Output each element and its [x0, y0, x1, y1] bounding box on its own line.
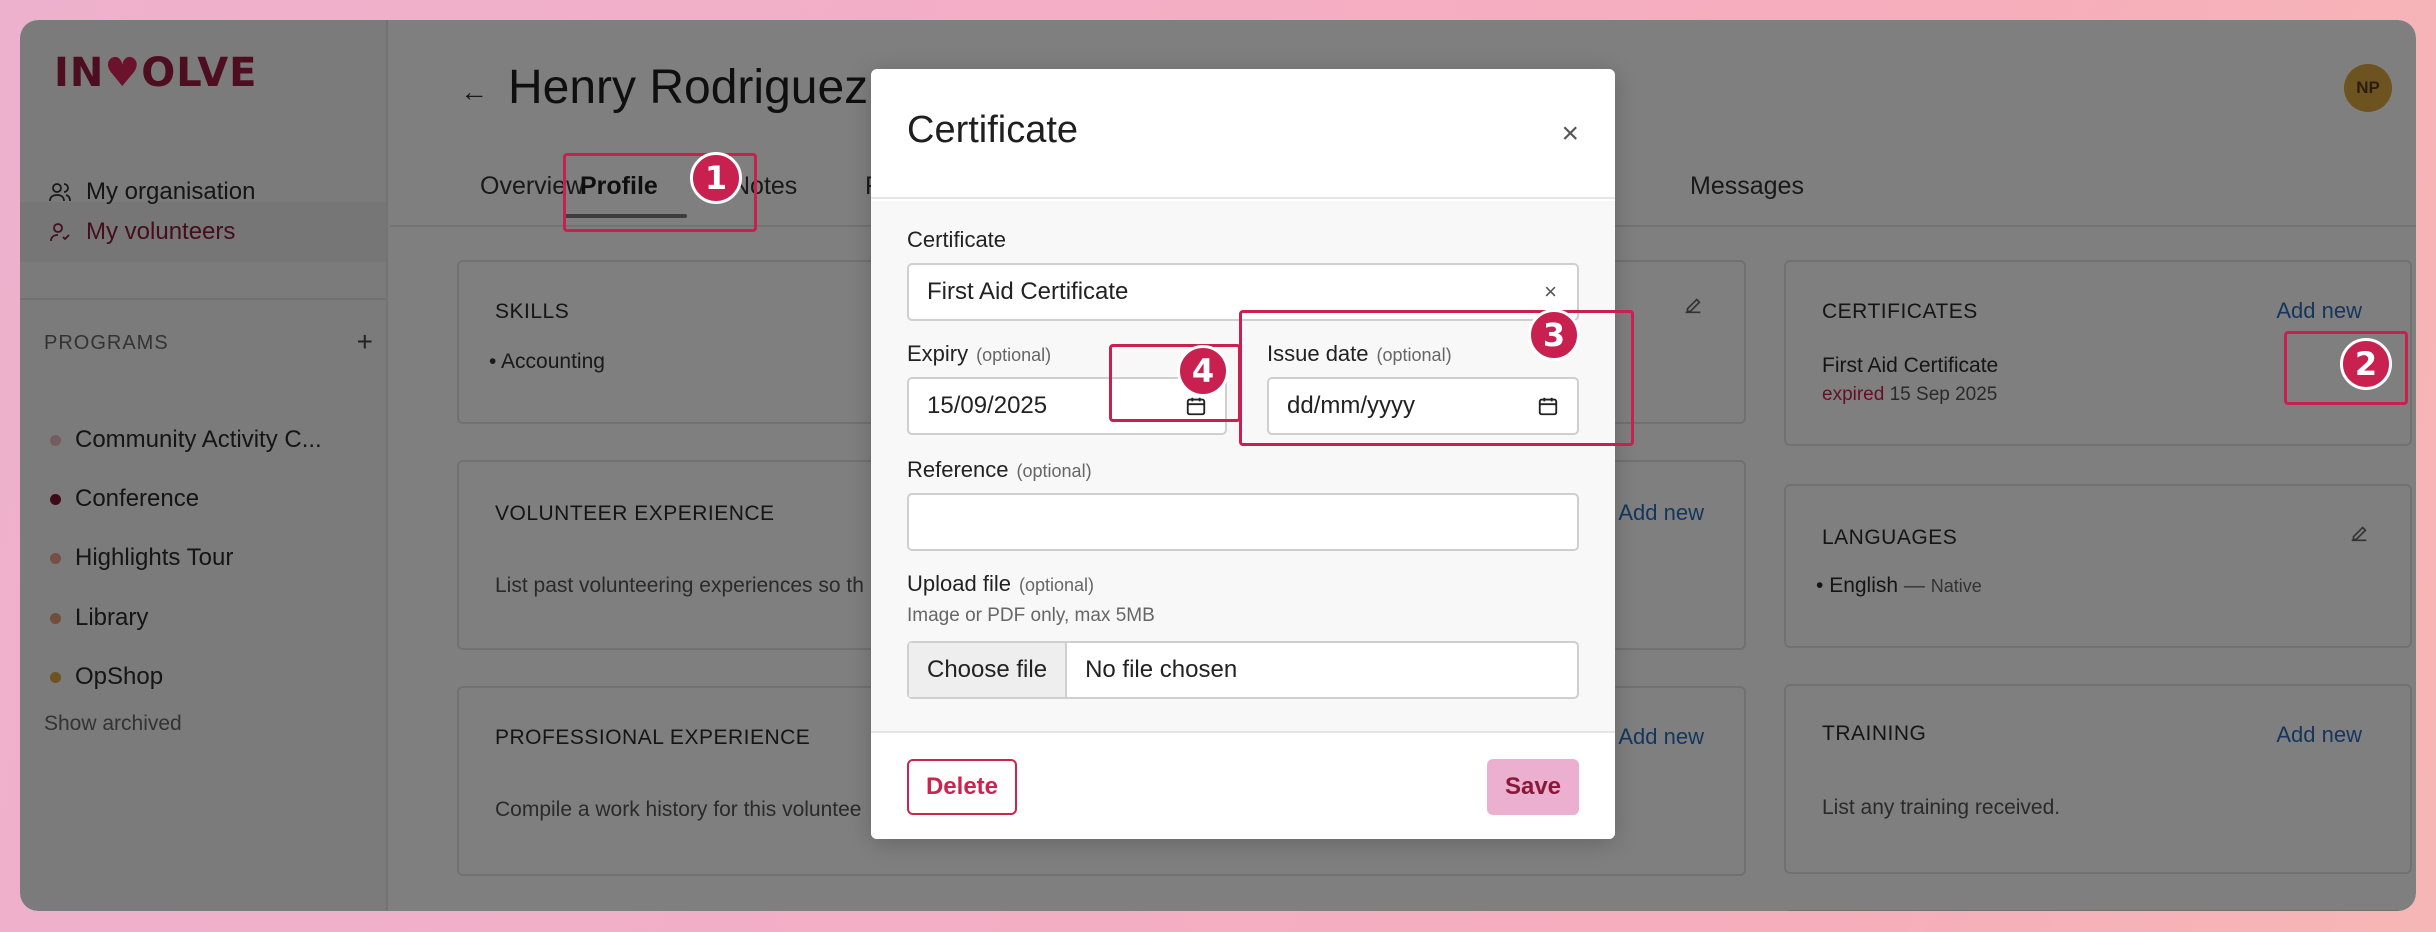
file-upload-input[interactable]: Choose file No file chosen: [907, 641, 1579, 699]
annotation-badge-3: 3: [1528, 309, 1580, 361]
expiry-label: Expiry (optional): [907, 341, 1052, 366]
annotation-badge-2: 2: [2340, 338, 2392, 390]
file-name-text: No file chosen: [1085, 656, 1238, 683]
annotation-badge-4: 4: [1177, 345, 1229, 397]
close-icon[interactable]: ×: [1561, 117, 1579, 151]
certificate-label: Certificate: [907, 227, 1007, 252]
annotation-badge-1: 1: [690, 152, 742, 204]
app-window: IN♥OLVE My organisation My volunteers PR…: [20, 20, 2416, 911]
upload-file-label: Upload file (optional): [907, 571, 1094, 596]
choose-file-button[interactable]: Choose file: [909, 643, 1068, 697]
reference-label: Reference (optional): [907, 457, 1092, 482]
modal-title: Certificate: [907, 109, 1079, 151]
modal-footer: Delete Save: [871, 731, 1615, 839]
save-button[interactable]: Save: [1487, 759, 1579, 815]
modal-header: Certificate ×: [871, 69, 1615, 199]
delete-button[interactable]: Delete: [907, 759, 1017, 815]
upload-hint: Image or PDF only, max 5MB: [907, 605, 1155, 626]
clear-icon[interactable]: ×: [1544, 279, 1557, 305]
reference-input[interactable]: [907, 493, 1579, 551]
modal-body: Certificate First Aid Certificate × Expi…: [871, 201, 1615, 731]
certificate-modal: Certificate × Certificate First Aid Cert…: [871, 69, 1615, 839]
